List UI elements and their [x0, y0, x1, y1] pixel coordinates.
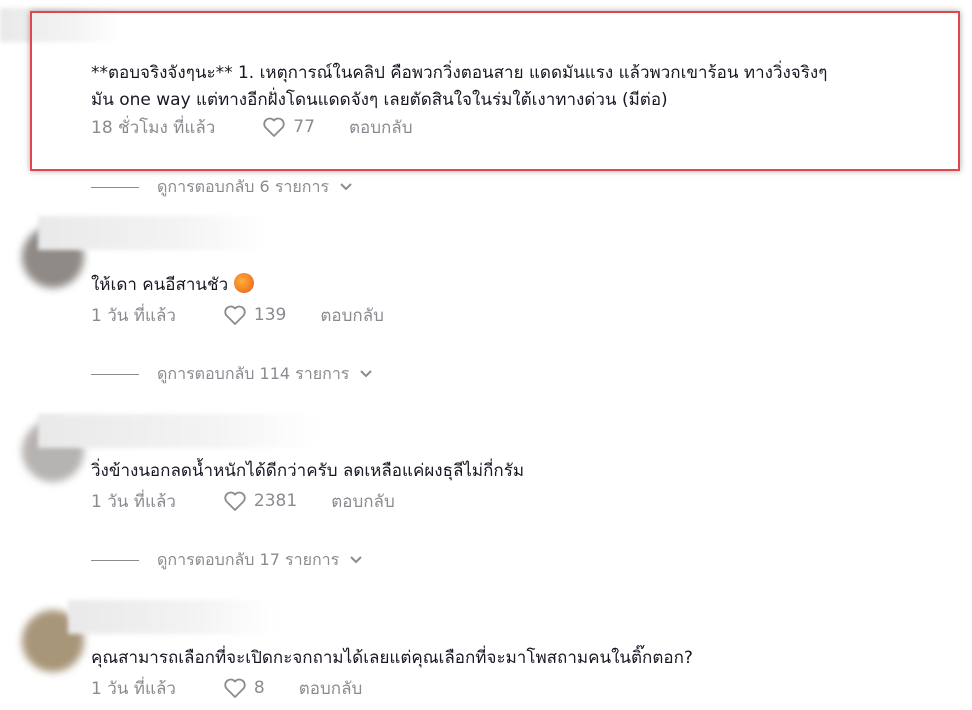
chevron-down-icon	[350, 556, 362, 564]
comment-text: คุณสามารถเลือกที่จะเปิดกะจกถามได้เลยแต่ค…	[91, 648, 693, 668]
like-button[interactable]: 139	[222, 304, 286, 326]
heart-icon	[224, 678, 246, 698]
reply-button[interactable]: ตอบกลับ	[331, 488, 395, 515]
comment-meta: 1 วัน ที่แล้ว 2381 ตอบกลับ	[91, 488, 395, 514]
heart-icon	[224, 491, 246, 511]
reply-button[interactable]: ตอบกลับ	[320, 302, 384, 329]
divider	[91, 373, 139, 375]
divider	[91, 559, 139, 561]
chevron-down-icon	[340, 183, 352, 191]
view-replies-button[interactable]: ดูการตอบกลับ 6 รายการ	[91, 175, 353, 199]
like-button[interactable]: 2381	[222, 490, 297, 512]
comment-time: 1 วัน ที่แล้ว	[91, 305, 176, 326]
chevron-down-icon	[360, 370, 373, 378]
view-replies-label: ดูการตอบกลับ 114 รายการ	[157, 363, 350, 383]
view-replies-label: ดูการตอบกลับ 6 รายการ	[157, 176, 330, 196]
view-replies-button[interactable]: ดูการตอบกลับ 17 รายการ	[91, 548, 363, 572]
view-replies-label: ดูการตอบกลับ 17 รายการ	[157, 549, 340, 569]
comment-text: วิ่งข้างนอกลดน้ำหนักได้ดีกว่าครับ ลดเหลื…	[91, 461, 525, 481]
highlight-box	[30, 11, 960, 171]
like-count: 2381	[253, 491, 298, 511]
comment-time: 1 วัน ที่แล้ว	[91, 491, 176, 512]
view-replies-button[interactable]: ดูการตอบกลับ 114 รายการ	[91, 362, 373, 386]
like-count: 8	[253, 678, 265, 698]
comment-text: ให้เดา คนอีสานชัว	[91, 272, 255, 298]
like-count: 139	[253, 305, 287, 325]
redacted-username	[38, 216, 268, 250]
comment-meta: 1 วัน ที่แล้ว 139 ตอบกลับ	[91, 302, 384, 328]
redacted-username	[38, 414, 318, 448]
like-button[interactable]: 8	[222, 677, 265, 699]
reply-button[interactable]: ตอบกลับ	[299, 675, 363, 702]
comment-meta: 1 วัน ที่แล้ว 8 ตอบกลับ	[91, 675, 362, 701]
redacted-username	[68, 600, 278, 634]
divider	[91, 186, 139, 188]
emoji-icon	[234, 273, 255, 293]
heart-icon	[224, 305, 246, 325]
comment-time: 1 วัน ที่แล้ว	[91, 678, 176, 699]
